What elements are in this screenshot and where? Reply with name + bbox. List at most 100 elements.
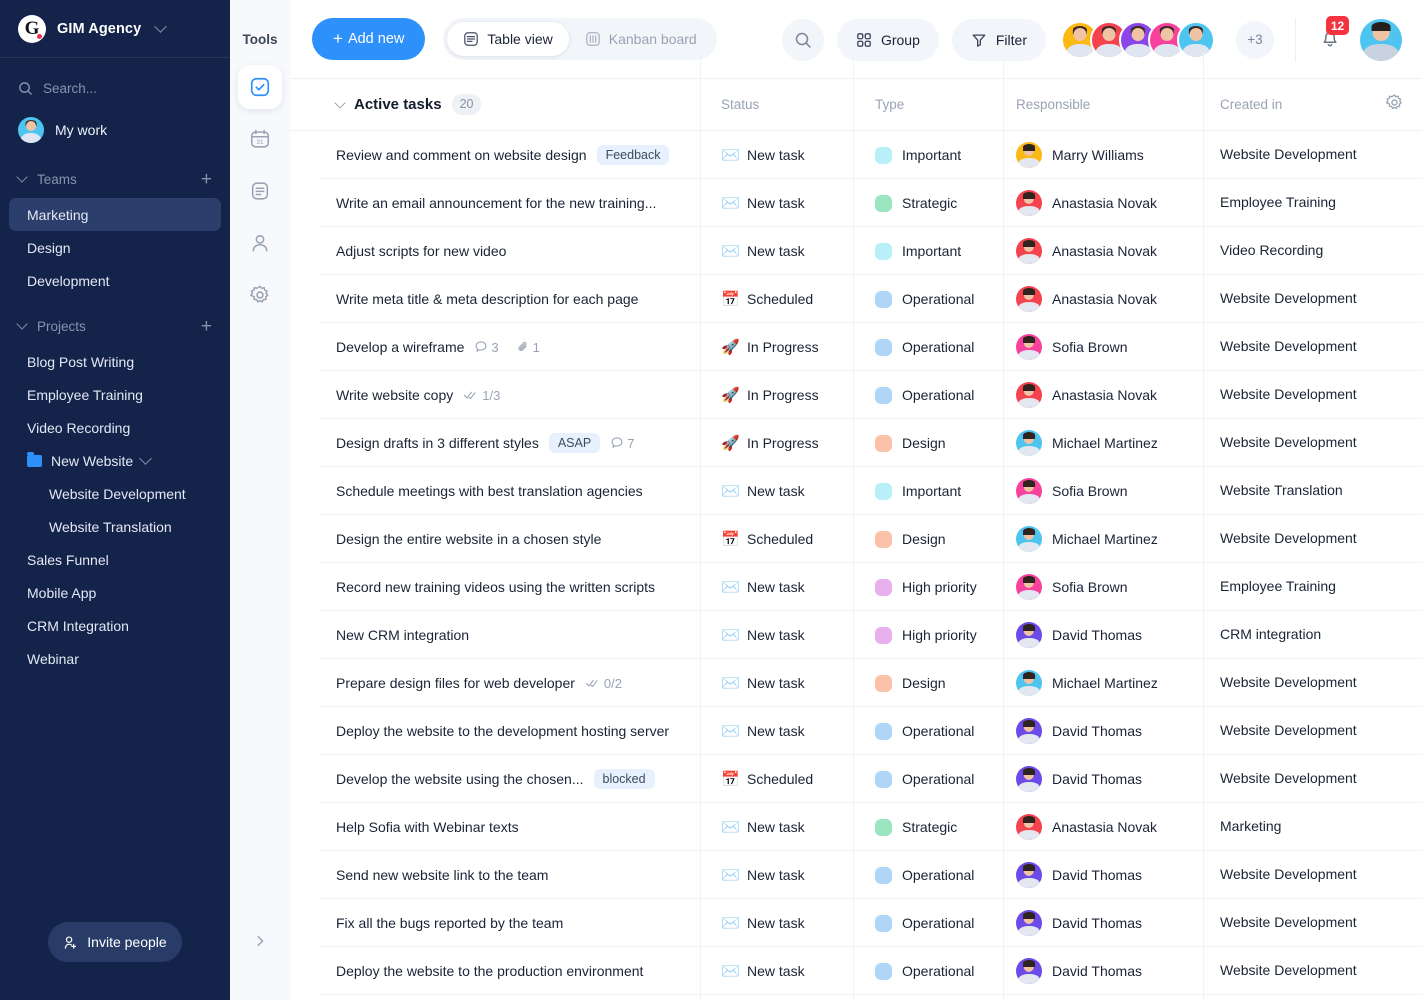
cell-status[interactable]: ✉️ New task (700, 867, 853, 883)
cell-status[interactable]: ✉️ New task (700, 483, 853, 499)
cell-responsible[interactable]: Anastasia Novak (1003, 190, 1203, 216)
cell-responsible[interactable]: Anastasia Novak (1003, 814, 1203, 840)
cell-created-in[interactable]: Website Development (1203, 962, 1422, 980)
cell-responsible[interactable]: Marry Williams (1003, 142, 1203, 168)
sidebar-item-employee-training[interactable]: Employee Training (9, 378, 221, 411)
cell-type[interactable]: High priority (853, 626, 1003, 644)
cell-type[interactable]: Important (853, 482, 1003, 500)
cell-created-in[interactable]: Website Development (1203, 146, 1422, 164)
user-avatar[interactable] (1360, 18, 1402, 61)
filter-button[interactable]: Filter (951, 18, 1046, 61)
teams-section-header[interactable]: Teams + (0, 160, 230, 198)
table-row[interactable]: Design the entire website in a chosen st… (290, 515, 1422, 563)
cell-task-name[interactable]: Send new website link to the team (290, 867, 700, 883)
cell-task-name[interactable]: Write website copy 1/3 (290, 387, 700, 403)
table-row[interactable]: Help Sofia with Webinar texts ✉️ New task S… (290, 803, 1422, 851)
table-row[interactable]: Deploy the website to the development ho… (290, 707, 1422, 755)
cell-created-in[interactable]: Website Development (1203, 674, 1422, 692)
cell-created-in[interactable]: Website Development (1203, 722, 1422, 740)
cell-created-in[interactable]: Website Development (1203, 386, 1422, 404)
sidebar-item-new-website[interactable]: New Website (9, 444, 221, 477)
sidebar-item-my-work[interactable]: My work (0, 110, 230, 150)
table-settings-button[interactable] (1385, 93, 1404, 117)
cell-task-name[interactable]: Design drafts in 3 different styles ASAP 7 (290, 433, 700, 453)
table-row[interactable]: New CRM integration ✉️ New task High priori… (290, 611, 1422, 659)
cell-task-name[interactable]: Deploy the website to the development ho… (290, 723, 700, 739)
add-project-button[interactable]: + (201, 317, 212, 336)
cell-status[interactable]: ✉️ New task (700, 819, 853, 835)
cell-responsible[interactable]: Sofia Brown (1003, 478, 1203, 504)
cell-created-in[interactable]: Employee Training (1203, 578, 1422, 596)
cell-type[interactable]: Important (853, 242, 1003, 260)
cell-created-in[interactable]: Employee Training (1203, 194, 1422, 212)
cell-task-name[interactable]: New CRM integration (290, 627, 700, 643)
cell-task-name[interactable]: Adjust scripts for new video (290, 243, 700, 259)
cell-responsible[interactable]: David Thomas (1003, 622, 1203, 648)
cell-responsible[interactable]: David Thomas (1003, 862, 1203, 888)
task-tag[interactable]: Feedback (596, 145, 670, 165)
rail-item-calendar[interactable]: 31 (238, 117, 282, 161)
rail-item-settings[interactable] (238, 273, 282, 317)
table-row[interactable]: Develop a wireframe 3 1 🚀 In Progress Operati… (290, 323, 1422, 371)
sidebar-item-website-development[interactable]: Website Development (9, 477, 221, 510)
rail-item-documents[interactable] (238, 169, 282, 213)
cell-type[interactable]: Operational (853, 914, 1003, 932)
cell-status[interactable]: ✉️ New task (700, 723, 853, 739)
cell-status[interactable]: ✉️ New task (700, 243, 853, 259)
cell-type[interactable]: Design (853, 674, 1003, 692)
cell-type[interactable]: Operational (853, 770, 1003, 788)
cell-status[interactable]: ✉️ New task (700, 915, 853, 931)
cell-type[interactable]: Operational (853, 722, 1003, 740)
table-row[interactable]: Write website copy 1/3 🚀 In Progress Operati… (290, 371, 1422, 419)
cell-responsible[interactable]: David Thomas (1003, 958, 1203, 984)
workspace-switcher[interactable]: G GIM Agency (0, 0, 230, 58)
table-row[interactable]: Review and comment on website design Feed… (290, 131, 1422, 179)
cell-task-name[interactable]: Schedule meetings with best translation … (290, 483, 700, 499)
sidebar-item-crm-integration[interactable]: CRM Integration (9, 609, 221, 642)
cell-task-name[interactable]: Review and comment on website design Feed… (290, 145, 700, 165)
table-row[interactable]: Deploy the website to the production env… (290, 947, 1422, 995)
table-row[interactable]: Design drafts in 3 different styles ASAP 7… (290, 419, 1422, 467)
cell-type[interactable]: Design (853, 434, 1003, 452)
cell-task-name[interactable]: Prepare design files for web developer 0/… (290, 675, 700, 691)
cell-status[interactable]: 🚀 In Progress (700, 387, 853, 403)
cell-task-name[interactable]: Develop the website using the chosen... b… (290, 769, 700, 789)
notifications-button[interactable]: 12 (1313, 16, 1349, 59)
cell-task-name[interactable]: Deploy the website to the production env… (290, 963, 700, 979)
column-header-status[interactable]: Status (700, 97, 853, 112)
cell-responsible[interactable]: David Thomas (1003, 910, 1203, 936)
search-button[interactable] (781, 18, 824, 61)
cell-status[interactable]: ✉️ New task (700, 963, 853, 979)
sidebar-item-webinar[interactable]: Webinar (9, 642, 221, 675)
cell-task-name[interactable]: Design the entire website in a chosen st… (290, 531, 700, 547)
sidebar-item-blog-post-writing[interactable]: Blog Post Writing (9, 345, 221, 378)
cell-status[interactable]: ✉️ New task (700, 675, 853, 691)
task-tag[interactable]: ASAP (548, 433, 601, 453)
table-row[interactable]: Schedule meetings with best translation … (290, 467, 1422, 515)
table-row[interactable]: Write an email announcement for the new … (290, 179, 1422, 227)
avatar-overflow-count[interactable]: +3 (1236, 20, 1274, 59)
cell-responsible[interactable]: Anastasia Novak (1003, 286, 1203, 312)
rail-item-tasks[interactable] (238, 65, 282, 109)
sidebar-item-development[interactable]: Development (9, 264, 221, 297)
cell-responsible[interactable]: Sofia Brown (1003, 334, 1203, 360)
cell-responsible[interactable]: David Thomas (1003, 718, 1203, 744)
cell-status[interactable]: 📅 Scheduled (700, 291, 853, 307)
group-header[interactable]: Active tasks 20 (290, 94, 700, 115)
avatar[interactable] (1177, 20, 1215, 59)
sidebar-item-website-translation[interactable]: Website Translation (9, 510, 221, 543)
cell-type[interactable]: High priority (853, 578, 1003, 596)
cell-created-in[interactable]: Marketing (1203, 818, 1422, 836)
tab-kanban-board[interactable]: Kanban board (569, 22, 713, 56)
cell-status[interactable]: 🚀 In Progress (700, 435, 853, 451)
cell-type[interactable]: Strategic (853, 194, 1003, 212)
add-new-button[interactable]: + Add new (312, 18, 426, 60)
cell-created-in[interactable]: CRM integration (1203, 626, 1422, 644)
sidebar-item-marketing[interactable]: Marketing (9, 198, 221, 231)
column-header-responsible[interactable]: Responsible (1003, 97, 1203, 112)
cell-responsible[interactable]: Anastasia Novak (1003, 238, 1203, 264)
task-tag[interactable]: blocked (593, 769, 655, 789)
cell-status[interactable]: ✉️ New task (700, 195, 853, 211)
rail-item-contacts[interactable] (238, 221, 282, 265)
table-row[interactable]: Prepare design files for web developer 0/… (290, 659, 1422, 707)
